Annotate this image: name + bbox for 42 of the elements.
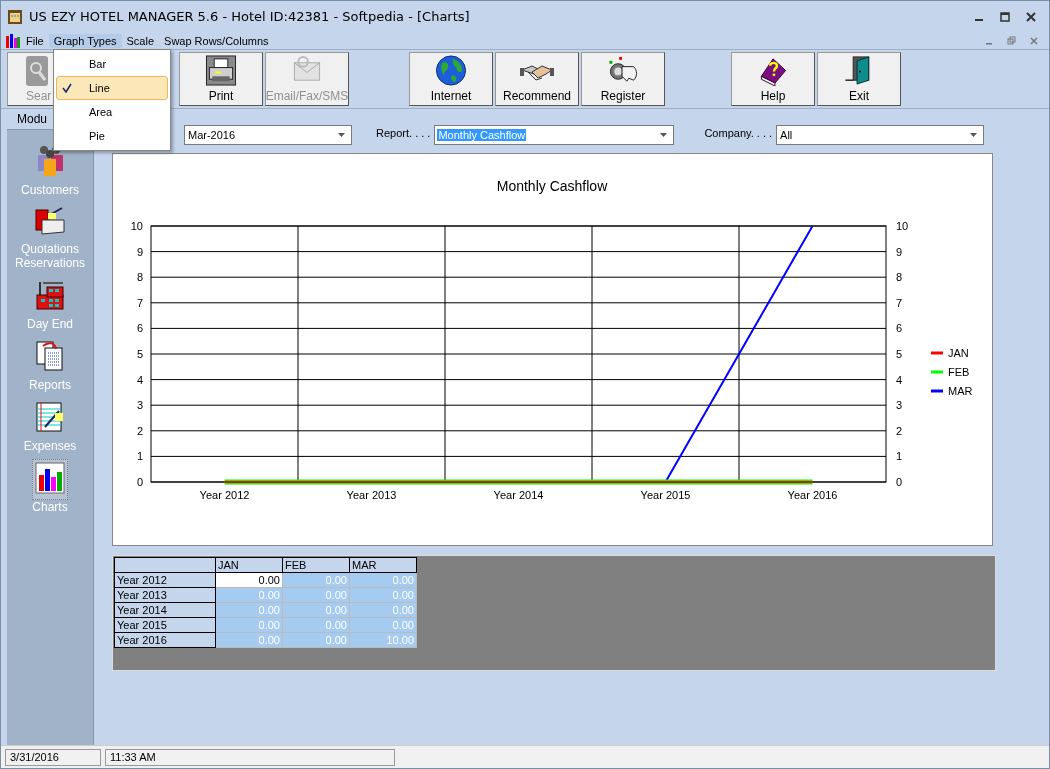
axis-label: 1 [896,450,903,463]
axis-label: Year 2013 [346,489,397,501]
window-title: US EZY HOTEL MANAGER 5.6 - Hotel ID:42381 - Softpedia - [Charts] [29,9,470,24]
axis-label: 2 [136,424,143,437]
column-header: JAN [215,557,283,573]
legend-entry: FEB [931,366,970,378]
field-label: Report. . . . [376,126,431,139]
axis-label: 3 [136,399,143,412]
axis-label: Year 2015 [640,489,691,501]
axis-label: 0 [896,476,903,488]
legend-entry: MAR [931,385,973,397]
legend-label: MAR [948,385,973,397]
axis-label: 4 [136,373,143,386]
axis-label: 8 [896,271,903,284]
axis-label: 10 [130,220,143,232]
legend-label: JAN [948,347,969,359]
axis-label: 9 [896,245,903,258]
status-panel: 3/31/2016 [5,748,101,766]
axis-label: 7 [136,296,143,309]
axis-label: 10 [896,220,909,232]
status-panel: 11:33 AM [105,748,395,766]
axis-label: 8 [136,271,143,284]
column-header: MAR [349,557,417,573]
axis-label: 7 [896,296,903,309]
axis-label: 2 [896,424,903,437]
axis-label: Year 2012 [199,489,250,501]
axis-label: 9 [136,245,143,258]
axis-label: Year 2016 [787,489,838,501]
axis-label: 4 [896,373,903,386]
axis-label: 0 [136,476,143,488]
legend-entry: JAN [931,347,969,359]
column-header: FEB [282,557,350,573]
axis-label: 6 [896,322,903,335]
axis-label: Year 2014 [493,489,544,501]
axis-label: 6 [136,322,143,335]
axis-label: 5 [896,348,903,360]
axis-label: 5 [136,348,143,360]
field-label: Company. . . . [704,126,773,139]
legend-label: FEB [948,366,970,378]
axis-label: 1 [136,450,143,463]
axis-label: 3 [896,399,903,412]
chart-title: Monthly Cashflow [496,178,608,194]
